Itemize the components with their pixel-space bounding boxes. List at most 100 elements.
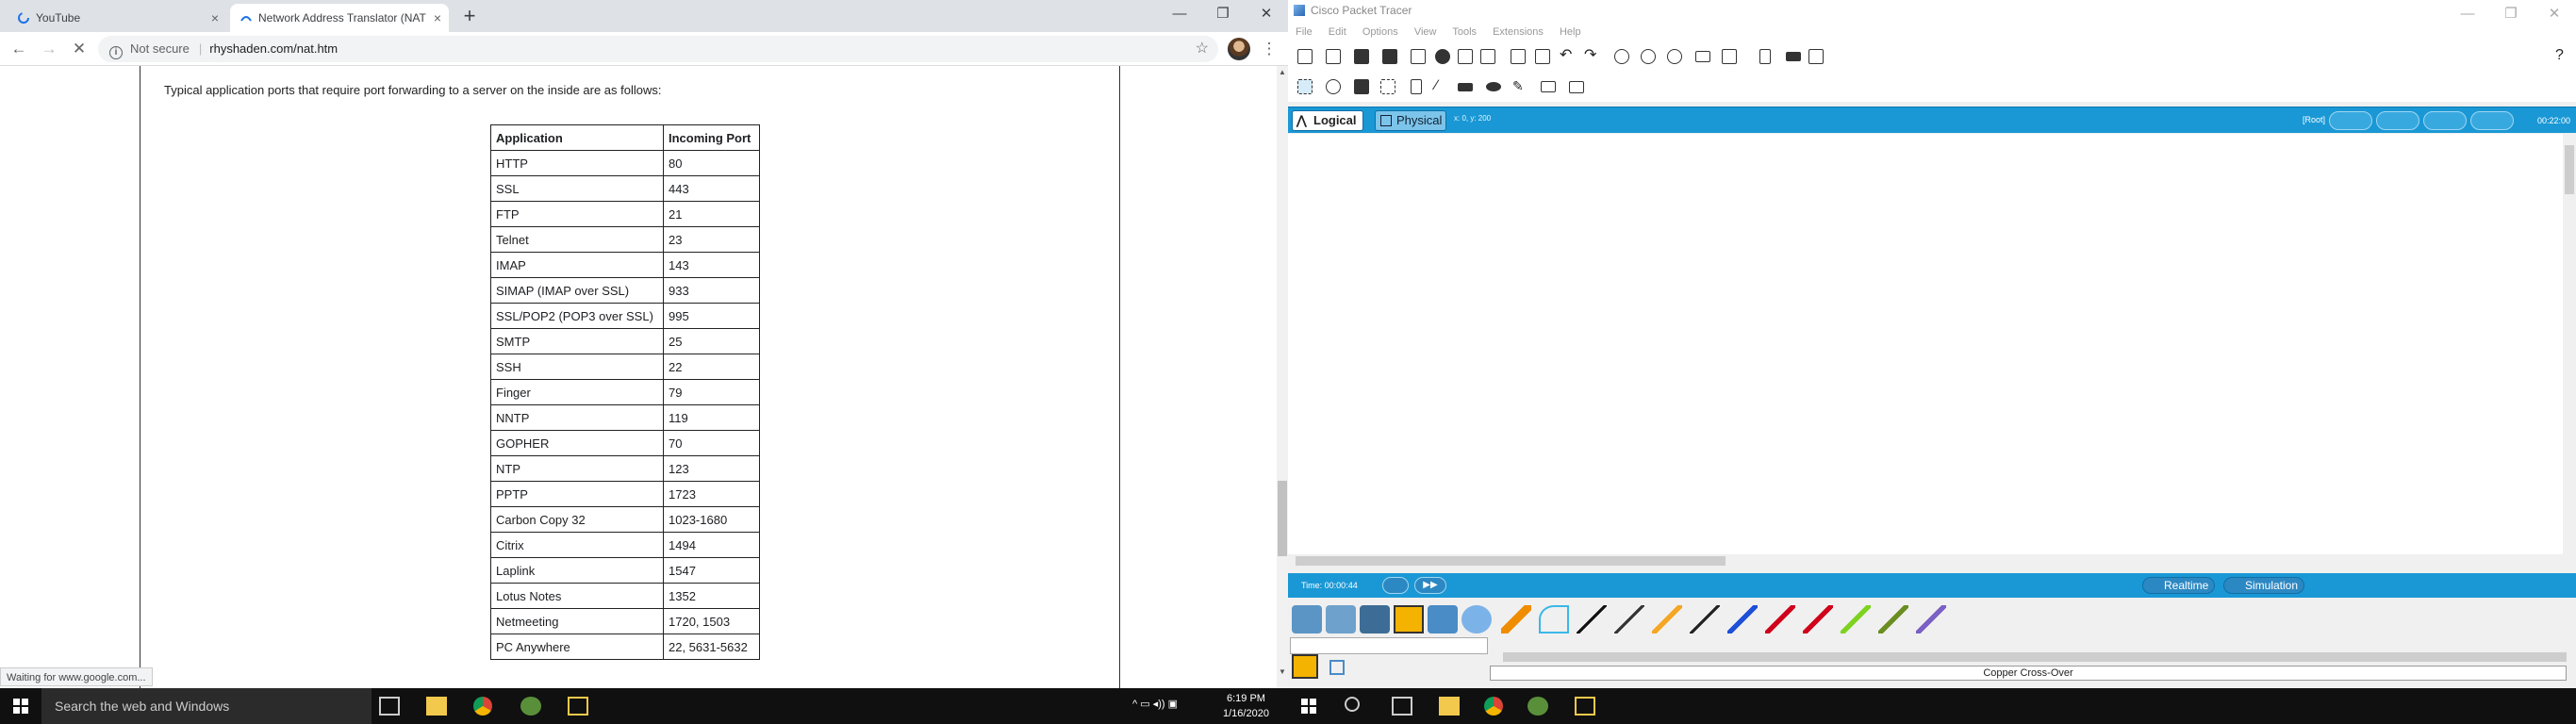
- app-icon[interactable]: [520, 697, 541, 716]
- fiber-icon[interactable]: [1652, 605, 1682, 634]
- bookmark-star-icon[interactable]: ☆: [1196, 36, 1209, 62]
- connections-icon[interactable]: [1394, 605, 1424, 634]
- canvas-hscroll-thumb[interactable]: [1296, 556, 1726, 566]
- end-devices-icon[interactable]: [1326, 605, 1356, 634]
- image-icon[interactable]: [1808, 49, 1824, 64]
- scrollbar-thumb[interactable]: [1278, 481, 1287, 556]
- freeform-icon[interactable]: ✎: [1512, 79, 1527, 94]
- scroll-up-arrow-icon[interactable]: ▲: [1277, 68, 1288, 76]
- multiuser-icon[interactable]: [1461, 605, 1492, 634]
- console-cable-icon[interactable]: [1539, 605, 1569, 634]
- draw-ellipse-icon[interactable]: [1486, 82, 1501, 91]
- task-view-icon[interactable]: [1392, 697, 1412, 716]
- resize-tool-icon[interactable]: [1380, 79, 1395, 94]
- device-list-scroll-thumb[interactable]: [1503, 652, 2567, 662]
- components-icon[interactable]: [1360, 605, 1390, 634]
- packet-tracer-taskbar-icon[interactable]: [568, 697, 588, 716]
- app-icon[interactable]: [1527, 697, 1548, 716]
- tab-nat[interactable]: Network Address Translator (NAT ×: [230, 4, 449, 32]
- file-explorer-icon[interactable]: [426, 697, 447, 716]
- address-bar[interactable]: i Not secure | rhyshaden.com/nat.htm ☆: [98, 36, 1218, 62]
- realtime-mode-button[interactable]: Realtime: [2142, 577, 2216, 594]
- miscellaneous-icon[interactable]: [1428, 605, 1458, 634]
- chrome-icon[interactable]: [1484, 697, 1503, 716]
- back-button[interactable]: ←: [8, 38, 30, 60]
- help-icon[interactable]: ?: [2555, 47, 2564, 64]
- usb-cable-icon[interactable]: [1916, 605, 1946, 634]
- connections-subtype-icon[interactable]: [1292, 654, 1318, 679]
- chrome-icon[interactable]: [473, 697, 492, 716]
- device-search-box[interactable]: [1290, 637, 1488, 654]
- custom-devices-dialog-icon[interactable]: [1722, 49, 1737, 64]
- open-folder-icon[interactable]: [1326, 49, 1341, 64]
- menu-help[interactable]: Help: [1560, 26, 1581, 38]
- serial-dte-icon[interactable]: [1803, 605, 1833, 634]
- logical-workspace-tab[interactable]: ⋀ Logical: [1292, 110, 1363, 131]
- search-icon[interactable]: [1345, 697, 1360, 712]
- tab-close-icon[interactable]: ×: [434, 4, 441, 32]
- add-simple-pdu-icon[interactable]: [1541, 81, 1556, 92]
- grid-view-icon[interactable]: [1329, 660, 1345, 675]
- activity-wizard-icon[interactable]: [1458, 49, 1473, 64]
- simulation-mode-button[interactable]: Simulation: [2223, 577, 2305, 594]
- forward-button[interactable]: →: [38, 38, 60, 60]
- zoom-out-icon[interactable]: [1667, 49, 1682, 64]
- page-scrollbar[interactable]: [1277, 66, 1288, 688]
- tray-icons[interactable]: ^ ▭ ◂)) ▣: [1132, 698, 1178, 710]
- network-info-icon[interactable]: [1786, 52, 1801, 61]
- viewport-button[interactable]: [2470, 111, 2514, 130]
- canvas-vertical-scrollbar[interactable]: [2563, 134, 2576, 554]
- place-note-icon[interactable]: [1411, 79, 1422, 94]
- new-cluster-button[interactable]: [2329, 111, 2372, 130]
- redo-icon[interactable]: ↷: [1584, 48, 1599, 64]
- profile-avatar[interactable]: [1228, 38, 1250, 60]
- scroll-down-arrow-icon[interactable]: ▼: [1277, 667, 1288, 676]
- menu-options[interactable]: Options: [1362, 26, 1398, 38]
- auto-cable-icon[interactable]: [1501, 605, 1531, 634]
- draw-rectangle-icon[interactable]: [1458, 83, 1473, 91]
- root-label[interactable]: [Root]: [2303, 115, 2325, 124]
- network-devices-icon[interactable]: [1292, 605, 1322, 634]
- set-tiled-background-button[interactable]: [2423, 111, 2467, 130]
- inspect-tool-icon[interactable]: [1326, 79, 1341, 94]
- tab-close-icon[interactable]: ×: [211, 4, 219, 32]
- menu-extensions[interactable]: Extensions: [1493, 26, 1544, 38]
- zoom-reset-icon[interactable]: [1641, 49, 1656, 64]
- copper-straight-icon[interactable]: [1577, 605, 1607, 634]
- print-icon[interactable]: [1411, 49, 1426, 64]
- copper-crossover-icon[interactable]: [1614, 605, 1644, 634]
- coaxial-icon[interactable]: [1727, 605, 1758, 634]
- add-complex-pdu-icon[interactable]: [1569, 81, 1584, 93]
- close-window-button[interactable]: ✕: [1245, 0, 1288, 30]
- canvas-vscroll-thumb[interactable]: [2565, 145, 2574, 194]
- drawing-palette-icon[interactable]: [1695, 51, 1710, 62]
- copy-icon[interactable]: [1511, 49, 1526, 64]
- start-button-icon[interactable]: [1301, 699, 1316, 714]
- save-icon[interactable]: [1354, 49, 1369, 64]
- fast-forward-icon[interactable]: ▶▶: [1414, 577, 1446, 594]
- new-file-icon[interactable]: [1297, 49, 1313, 64]
- clock[interactable]: 6:19 PM 1/16/2020: [1223, 691, 1269, 721]
- taskbar-search[interactable]: Search the web and Windows: [41, 688, 372, 724]
- undo-icon[interactable]: ↶: [1560, 48, 1575, 64]
- minimize-button[interactable]: —: [1158, 0, 1201, 30]
- menu-file[interactable]: File: [1296, 26, 1313, 38]
- stop-loading-button[interactable]: ✕: [68, 38, 91, 60]
- info-icon[interactable]: [1435, 49, 1450, 64]
- maximize-button[interactable]: ❐: [1201, 0, 1245, 30]
- tab-youtube[interactable]: YouTube ×: [8, 4, 226, 32]
- physical-workspace-tab[interactable]: Physical: [1375, 110, 1447, 131]
- packet-tracer-taskbar-icon[interactable]: [1575, 697, 1595, 716]
- new-tab-button[interactable]: +: [456, 4, 483, 30]
- menu-view[interactable]: View: [1414, 26, 1437, 38]
- start-button-icon[interactable]: [13, 699, 28, 714]
- pdu-list-icon[interactable]: [1759, 49, 1771, 64]
- file-explorer-icon[interactable]: [1439, 697, 1460, 716]
- power-cycle-button[interactable]: [1382, 577, 1409, 594]
- menu-tools[interactable]: Tools: [1452, 26, 1477, 38]
- phone-cable-icon[interactable]: [1690, 605, 1720, 634]
- logical-canvas[interactable]: [1288, 134, 2563, 554]
- custom-device-icon[interactable]: [1480, 49, 1495, 64]
- info-icon[interactable]: i: [109, 46, 123, 59]
- select-tool-icon[interactable]: [1297, 79, 1313, 94]
